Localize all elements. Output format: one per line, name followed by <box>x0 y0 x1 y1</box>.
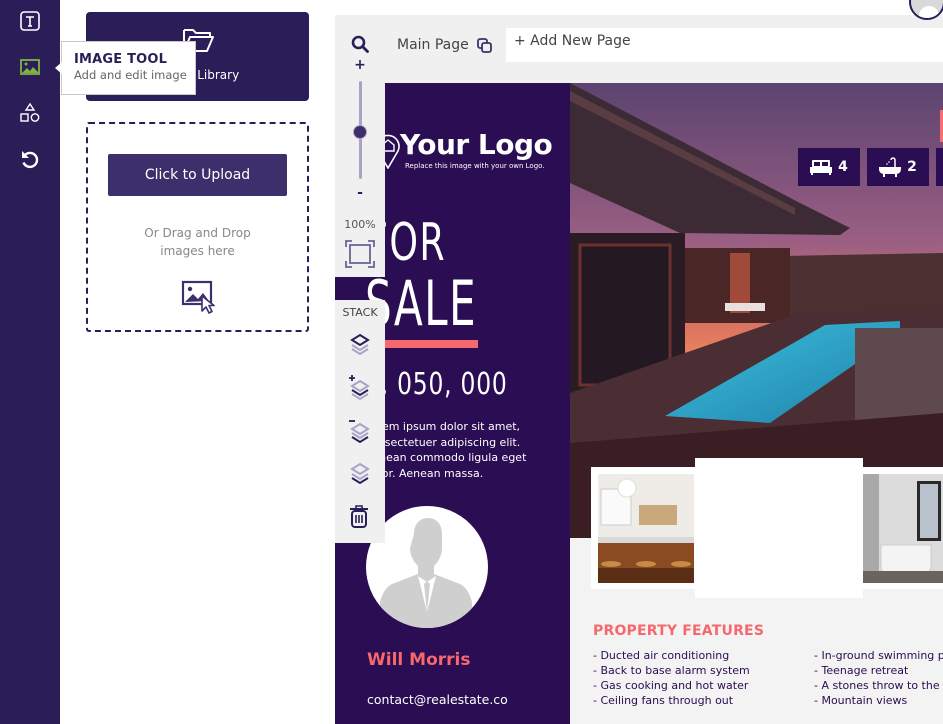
app: Image Library Click to Upload Or Drag an… <box>0 0 943 724</box>
drag-drop-line-2: images here <box>160 244 235 258</box>
bring-to-front-icon <box>350 333 370 356</box>
image-icon <box>20 59 40 75</box>
image-upload-icon <box>181 280 215 314</box>
delete-button[interactable] <box>349 505 371 531</box>
feature-item: - Ducted air conditioning <box>593 649 730 662</box>
shapes-icon <box>20 102 40 122</box>
feature-item: - In-ground swimming pool <box>814 649 943 662</box>
feature-item: - A stones throw to the beach <box>814 679 943 692</box>
feature-item: - Teenage retreat <box>814 664 909 677</box>
bathroom-photo <box>855 474 943 583</box>
click-to-upload-button[interactable]: Click to Upload <box>108 154 287 196</box>
image-tool-button[interactable] <box>18 55 42 79</box>
parking-badge[interactable] <box>936 148 943 186</box>
feature-item: - Ceiling fans through out <box>593 694 734 707</box>
agent-name[interactable]: Will Morris <box>367 650 470 670</box>
bring-forward-icon <box>349 375 370 401</box>
bed-icon <box>810 160 833 175</box>
logo-subtitle[interactable]: Replace this image with your own Logo. <box>405 162 545 170</box>
image-panel: Image Library Click to Upload Or Drag an… <box>60 0 335 724</box>
features-list-left[interactable]: - Ducted air conditioning - Back to base… <box>593 648 750 708</box>
feature-item: - Back to base alarm system <box>593 664 750 677</box>
send-backward-icon <box>349 420 370 444</box>
zoom-in-button[interactable]: + <box>335 57 385 73</box>
send-to-back-button[interactable] <box>349 462 371 488</box>
tool-rail <box>0 0 60 724</box>
tooltip-subtitle: Add and edit image <box>74 68 187 82</box>
bedrooms-count: 4 <box>838 159 848 175</box>
fit-to-screen-icon[interactable] <box>345 240 375 268</box>
zoom-level: 100% <box>344 218 376 231</box>
tab-main-page-label: Main Page <box>397 37 469 53</box>
undo-button[interactable] <box>18 147 42 171</box>
image-tool-tooltip: IMAGE TOOL Add and edit image <box>55 41 196 95</box>
feature-item: - Mountain views <box>814 694 908 707</box>
features-title[interactable]: PROPERTY FEATURES <box>593 623 764 639</box>
bathroom-thumbnail[interactable] <box>855 467 943 589</box>
placeholder-image-slot[interactable] <box>695 458 863 598</box>
zoom-out-button[interactable]: - <box>335 185 385 201</box>
bring-forward-button[interactable] <box>349 375 371 401</box>
bathtub-icon <box>879 157 902 177</box>
zoom-toolbar: + - 100% <box>335 15 385 277</box>
description-line: dolor. Aenean massa. <box>365 466 484 480</box>
undo-icon <box>22 151 39 169</box>
kitchen-thumbnail[interactable] <box>591 467 701 589</box>
features-list-right[interactable]: - In-ground swimming pool - Teenage retr… <box>814 648 943 708</box>
text-tool-button[interactable] <box>18 9 42 33</box>
search-icon[interactable] <box>351 35 369 53</box>
agent-email[interactable]: contact@realestate.co <box>367 692 508 707</box>
description-line: consectetuer adipiscing elit. <box>365 435 521 449</box>
feature-item: - Gas cooking and hot water <box>593 679 749 692</box>
zoom-slider-thumb[interactable] <box>353 125 367 139</box>
logo-title[interactable]: Your Logo <box>400 128 553 161</box>
trash-icon <box>350 505 368 528</box>
kitchen-photo <box>598 474 694 583</box>
upload-dropzone[interactable]: Click to Upload Or Drag and Drop images … <box>86 122 309 332</box>
text-icon <box>20 11 40 31</box>
price[interactable]: 1, 050, 000 <box>365 367 508 402</box>
duplicate-page-icon[interactable] <box>476 37 492 53</box>
description-text[interactable]: Lorem ipsum dolor sit amet, consectetuer… <box>365 419 555 481</box>
drag-drop-hint: Or Drag and Drop images here <box>88 224 307 260</box>
tooltip-title: IMAGE TOOL <box>74 52 168 67</box>
bedrooms-badge[interactable]: 4 <box>798 148 860 186</box>
send-to-back-icon <box>350 462 370 485</box>
description-line: Lorem ipsum dolor sit amet, <box>365 420 521 433</box>
flyer-canvas[interactable]: Your Logo Replace this image with your o… <box>335 83 943 724</box>
bathrooms-badge[interactable]: 2 <box>867 148 929 186</box>
stack-label: STACK <box>342 306 378 319</box>
shapes-tool-button[interactable] <box>18 101 42 125</box>
description-line: Aenean commodo ligula eget <box>365 451 527 464</box>
bring-to-front-button[interactable] <box>349 333 371 359</box>
send-backward-button[interactable] <box>349 418 371 444</box>
drag-drop-line-1: Or Drag and Drop <box>144 226 251 240</box>
tab-main-page[interactable]: Main Page <box>385 28 506 62</box>
add-new-page-button[interactable]: + Add New Page <box>514 33 631 49</box>
bathrooms-count: 2 <box>907 159 917 175</box>
stack-toolbar: STACK <box>335 300 385 543</box>
